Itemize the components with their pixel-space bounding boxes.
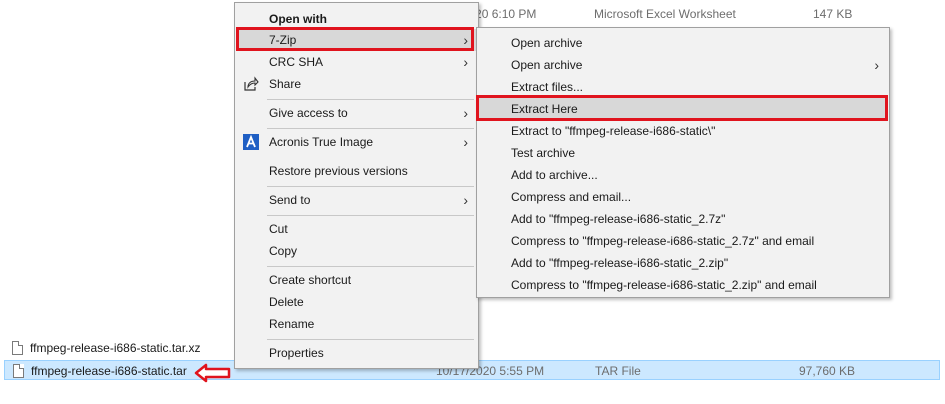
submenu-item-label: Add to archive... [511, 168, 598, 182]
menu-item-label: Delete [269, 295, 304, 309]
menu-item-share[interactable]: Share [237, 73, 476, 95]
menu-item-label: Properties [269, 346, 324, 360]
chevron-right-icon: › [463, 134, 468, 150]
submenu-item-label: Add to "ffmpeg-release-i686-static_2.7z" [511, 212, 726, 226]
menu-item-cut[interactable]: Cut [237, 218, 476, 240]
submenu-item-compress-7z-email[interactable]: Compress to "ffmpeg-release-i686-static_… [479, 230, 887, 252]
menu-separator [267, 266, 474, 267]
share-icon [244, 76, 259, 91]
submenu-item-extract-to[interactable]: Extract to "ffmpeg-release-i686-static\" [479, 120, 887, 142]
submenu-item-label: Compress to "ffmpeg-release-i686-static_… [511, 278, 817, 292]
file-size: 147 KB [813, 7, 853, 21]
submenu-item-label: Open archive [511, 58, 583, 72]
acronis-icon [243, 134, 259, 150]
menu-item-restore[interactable]: Restore previous versions [237, 160, 476, 182]
chevron-right-icon: › [874, 57, 879, 73]
submenu-item-test-archive[interactable]: Test archive [479, 142, 887, 164]
submenu-item-add-7z[interactable]: Add to "ffmpeg-release-i686-static_2.7z" [479, 208, 887, 230]
menu-separator [267, 186, 474, 187]
arrow-left-icon [194, 363, 231, 383]
highlight-box-7zip [236, 27, 474, 51]
menu-item-delete[interactable]: Delete [237, 291, 476, 313]
menu-item-label: Cut [269, 222, 288, 236]
file-icon [12, 341, 23, 355]
sevenzip-submenu: Open archive Open archive › Extract file… [476, 27, 890, 298]
menu-item-label: Copy [269, 244, 298, 258]
menu-item-send-to[interactable]: Send to › [237, 189, 476, 211]
menu-item-label: Create shortcut [269, 273, 352, 287]
menu-item-label: Send to [269, 193, 311, 207]
submenu-item-open-archive[interactable]: Open archive [479, 32, 887, 54]
file-size: 97,760 KB [799, 364, 856, 378]
file-icon [13, 364, 24, 378]
menu-item-label: Restore previous versions [269, 164, 408, 178]
menu-item-crc-sha[interactable]: CRC SHA › [237, 51, 476, 73]
menu-item-label: Share [269, 77, 302, 91]
menu-item-give-access[interactable]: Give access to › [237, 102, 476, 124]
chevron-right-icon: › [463, 192, 468, 208]
submenu-item-add-zip[interactable]: Add to "ffmpeg-release-i686-static_2.zip… [479, 252, 887, 274]
menu-item-label: Rename [269, 317, 315, 331]
submenu-item-open-archive-more[interactable]: Open archive › [479, 54, 887, 76]
file-type: TAR File [595, 364, 641, 378]
menu-item-properties[interactable]: Properties [237, 342, 476, 364]
menu-item-copy[interactable]: Copy [237, 240, 476, 262]
file-name: ffmpeg-release-i686-static.tar.xz [30, 341, 201, 355]
menu-item-label: CRC SHA [269, 55, 324, 69]
menu-separator [267, 128, 474, 129]
submenu-item-add-to-archive[interactable]: Add to archive... [479, 164, 887, 186]
submenu-item-label: Test archive [511, 146, 576, 160]
submenu-item-label: Add to "ffmpeg-release-i686-static_2.zip… [511, 256, 729, 270]
submenu-item-label: Open archive [511, 36, 583, 50]
submenu-item-compress-email[interactable]: Compress and email... [479, 186, 887, 208]
file-type: Microsoft Excel Worksheet [594, 7, 736, 21]
menu-item-rename[interactable]: Rename [237, 313, 476, 335]
highlight-box-extract-here [476, 95, 888, 121]
menu-separator [267, 99, 474, 100]
submenu-item-compress-zip-email[interactable]: Compress to "ffmpeg-release-i686-static_… [479, 274, 887, 296]
file-name: ffmpeg-release-i686-static.tar [31, 364, 187, 378]
submenu-item-label: Compress and email... [511, 190, 632, 204]
menu-separator [267, 215, 474, 216]
menu-item-label: Give access to [269, 106, 348, 120]
submenu-item-label: Extract to "ffmpeg-release-i686-static\" [511, 124, 716, 138]
submenu-item-label: Compress to "ffmpeg-release-i686-static_… [511, 234, 815, 248]
menu-item-acronis[interactable]: Acronis True Image › [237, 131, 476, 153]
context-menu: Open with 7-Zip › CRC SHA › Share Give a… [234, 2, 479, 369]
menu-item-create-shortcut[interactable]: Create shortcut [237, 269, 476, 291]
menu-item-label: Acronis True Image [269, 135, 374, 149]
chevron-right-icon: › [463, 54, 468, 70]
chevron-right-icon: › [463, 105, 468, 121]
menu-separator [267, 339, 474, 340]
